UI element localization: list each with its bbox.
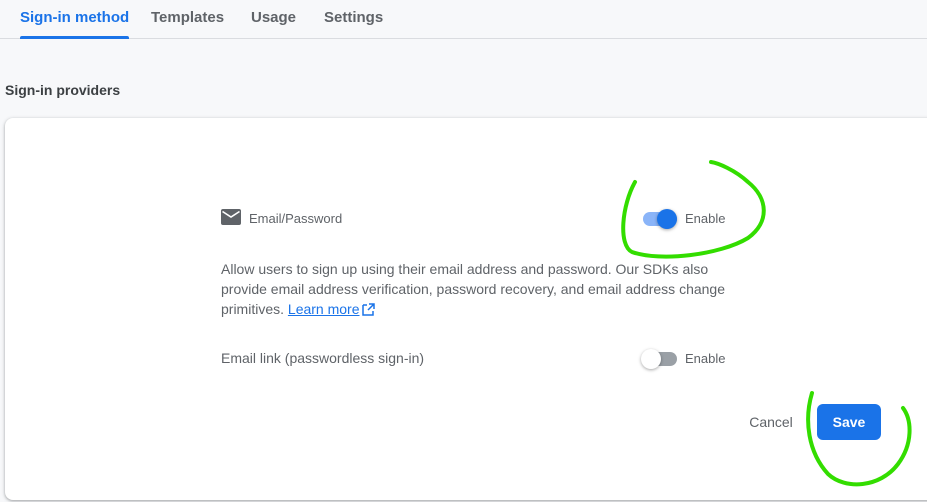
- tab-bar: Sign-in method Templates Usage Settings: [0, 0, 927, 39]
- tab-sign-in-method[interactable]: Sign-in method: [20, 0, 130, 39]
- email-password-enable-label: Enable: [685, 211, 726, 226]
- cancel-button[interactable]: Cancel: [737, 404, 805, 440]
- email-password-enable-toggle[interactable]: [641, 208, 677, 229]
- provider-name-email-password: Email/Password: [249, 211, 343, 226]
- save-button[interactable]: Save: [817, 404, 881, 440]
- email-link-enable-label: Enable: [685, 351, 726, 366]
- external-link-icon: [361, 303, 375, 316]
- mail-icon: [221, 209, 241, 225]
- tab-settings[interactable]: Settings: [324, 0, 383, 38]
- email-link-enable-toggle[interactable]: [641, 348, 677, 369]
- tab-templates[interactable]: Templates: [151, 0, 224, 38]
- provider-description: Allow users to sign up using their email…: [221, 259, 741, 319]
- section-title: Sign-in providers: [5, 82, 121, 98]
- tab-usage[interactable]: Usage: [251, 0, 296, 38]
- provider-name-email-link: Email link (passwordless sign-in): [221, 350, 425, 366]
- learn-more-link[interactable]: Learn more: [288, 301, 375, 317]
